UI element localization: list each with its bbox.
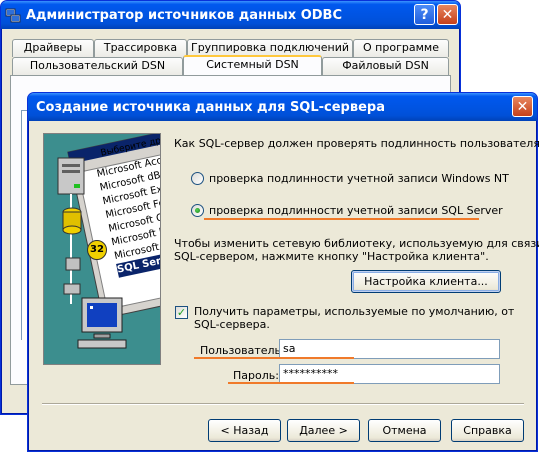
- radio-windows-auth[interactable]: [191, 172, 204, 185]
- tab-label: Драйверы: [23, 41, 83, 54]
- tab-file-dsn[interactable]: Файловый DSN: [322, 57, 449, 75]
- tab-drivers[interactable]: Драйверы: [12, 39, 94, 57]
- tab-label: О программе: [363, 41, 439, 54]
- user-highlight-underline: [194, 357, 354, 359]
- radio-sql-auth-label[interactable]: проверка подлинности учетной записи SQL …: [209, 204, 503, 217]
- user-input[interactable]: sa: [279, 339, 500, 359]
- checkmark-icon: ✓: [176, 306, 187, 319]
- cancel-button[interactable]: Отмена: [368, 419, 441, 442]
- password-highlight-underline: [228, 382, 354, 384]
- computer-icon: [77, 297, 127, 349]
- tab-label: Трассировка: [103, 41, 178, 54]
- help-title-button[interactable]: ?: [414, 4, 435, 25]
- server-icon: [57, 157, 85, 304]
- defaults-checkbox-line2: SQL-сервера.: [194, 318, 270, 331]
- question-icon: ?: [420, 6, 429, 23]
- radio-sql-auth[interactable]: [191, 204, 204, 217]
- network-info-line1: Чтобы изменить сетевую библиотеку, испол…: [174, 237, 539, 250]
- badge-32: 32: [87, 240, 107, 260]
- back-button[interactable]: < Назад: [208, 419, 281, 442]
- sql-dsn-dialog: Создание источника данных для SQL-сервер…: [27, 92, 539, 452]
- dialog-close-button[interactable]: ✕: [512, 96, 533, 117]
- tab-tracing[interactable]: Трассировка: [94, 39, 187, 57]
- next-button[interactable]: Далее >: [287, 419, 360, 442]
- tab-label: Группировка подключений: [190, 41, 350, 54]
- client-config-label: Настройка клиента...: [364, 275, 488, 288]
- help-label: Справка: [463, 424, 512, 437]
- dialog-separator: [42, 403, 524, 405]
- defaults-checkbox[interactable]: ✓: [175, 306, 188, 319]
- sql-auth-highlight-underline: [204, 218, 479, 220]
- tab-about[interactable]: О программе: [353, 39, 449, 57]
- tab-user-dsn[interactable]: Пользовательский DSN: [12, 57, 183, 75]
- defaults-checkbox-line1[interactable]: Получить параметры, используемые по умол…: [194, 305, 514, 318]
- password-input[interactable]: **********: [279, 364, 500, 384]
- sql-dsn-title: Создание источника данных для SQL-сервер…: [36, 99, 385, 115]
- tab-label: Пользовательский DSN: [29, 59, 166, 72]
- odbc-app-icon: [5, 7, 21, 23]
- cancel-label: Отмена: [382, 424, 427, 437]
- radio-windows-auth-label[interactable]: проверка подлинности учетной записи Wind…: [209, 172, 509, 185]
- next-label: Далее >: [299, 424, 348, 437]
- back-label: < Назад: [220, 424, 269, 437]
- close-icon: ✕: [441, 6, 454, 23]
- network-info-line2: SQL-сервером, нажмите кнопку "Настройка …: [174, 250, 489, 263]
- tab-system-dsn[interactable]: Системный DSN: [183, 55, 322, 75]
- tab-label: Системный DSN: [206, 58, 299, 71]
- tab-label: Файловый DSN: [342, 59, 429, 72]
- client-config-button[interactable]: Настройка клиента...: [351, 270, 501, 293]
- wizard-illustration: Выберите драйв Microsoft Access D Micros…: [43, 133, 161, 365]
- user-label: Пользователь:: [200, 344, 285, 357]
- sql-dsn-titlebar: Создание источника данных для SQL-сервер…: [28, 93, 537, 121]
- odbc-admin-title: Администратор источников данных ODBC: [26, 7, 342, 23]
- auth-question: Как SQL-сервер должен проверять подлинно…: [174, 137, 539, 150]
- close-title-button[interactable]: ✕: [437, 4, 458, 25]
- close-icon: ✕: [516, 98, 529, 115]
- password-label: Пароль:: [233, 369, 279, 382]
- help-button[interactable]: Справка: [451, 419, 524, 442]
- odbc-admin-titlebar: Администратор источников данных ODBC ? ✕: [1, 1, 460, 29]
